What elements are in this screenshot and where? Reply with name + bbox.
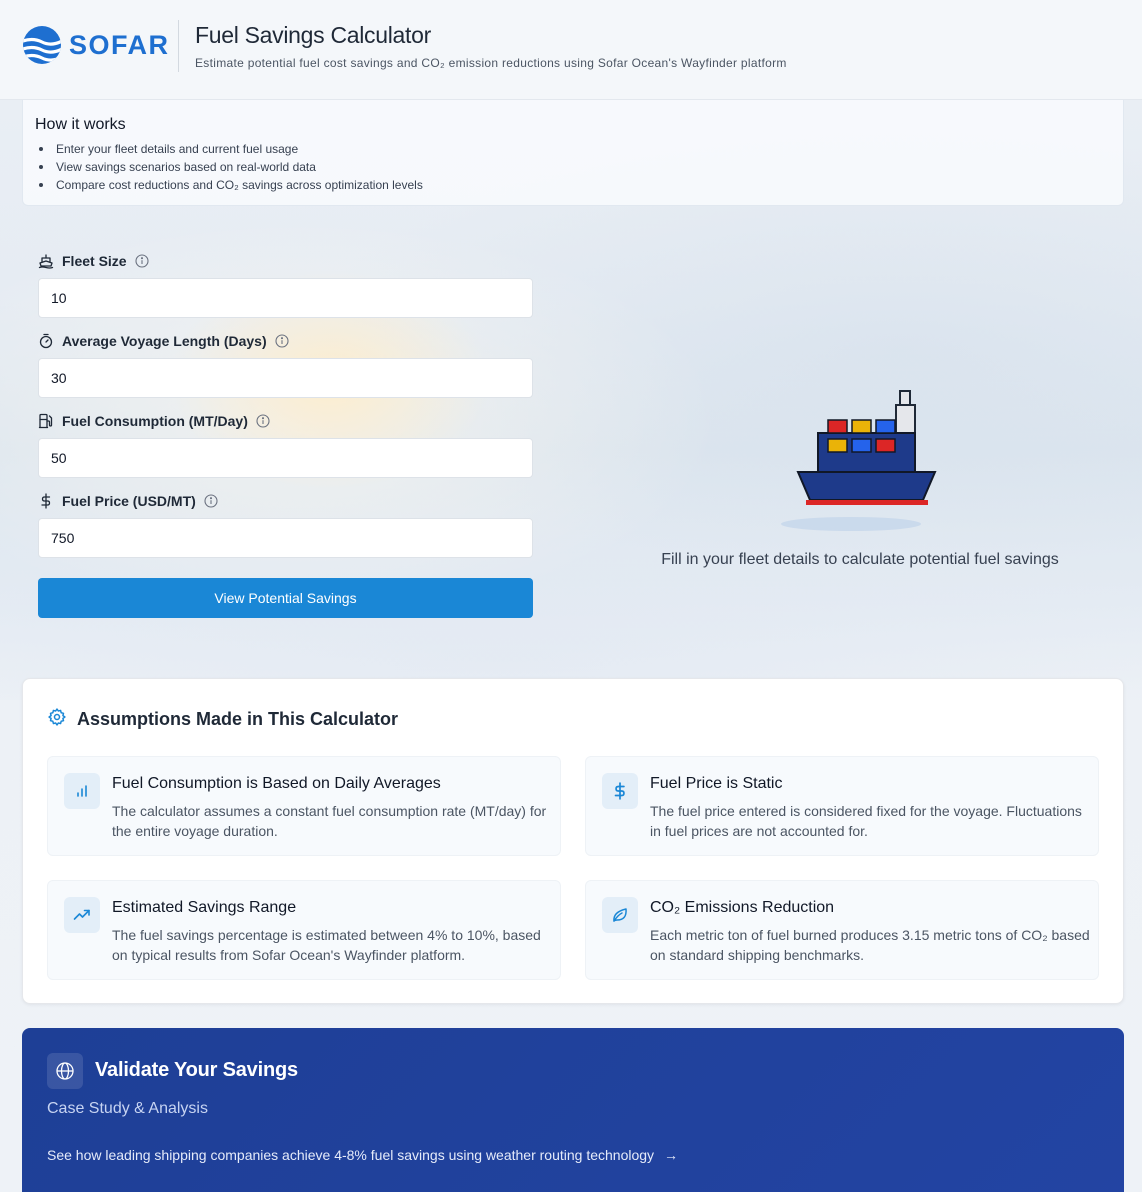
page-subtitle: Estimate potential fuel cost savings and… <box>195 56 787 70</box>
fuel-consumption-label: Fuel Consumption (MT/Day) <box>38 410 533 432</box>
list-item: Enter your fleet details and current fue… <box>35 140 1111 158</box>
fuel-consumption-field: Fuel Consumption (MT/Day) <box>38 410 533 478</box>
info-icon[interactable] <box>135 254 149 268</box>
info-icon[interactable] <box>204 494 218 508</box>
case-study-link[interactable]: See how leading shipping companies achie… <box>47 1147 678 1163</box>
how-it-works-title: How it works <box>35 116 126 133</box>
assumption-card-desc: The calculator assumes a constant fuel c… <box>112 803 547 839</box>
assumption-card: CO₂ Emissions Reduction Each metric ton … <box>585 880 1099 980</box>
field-label-text: Average Voyage Length (Days) <box>62 333 267 349</box>
sofar-logo[interactable]: SOFAR <box>22 25 170 65</box>
voyage-length-label: Average Voyage Length (Days) <box>38 330 533 352</box>
trending-up-icon <box>64 897 100 933</box>
results-placeholder-text: Fill in your fleet details to calculate … <box>661 551 1059 568</box>
case-study-link-text: See how leading shipping companies achie… <box>47 1147 655 1163</box>
assumptions-panel: Assumptions Made in This Calculator Fuel… <box>22 678 1124 1004</box>
info-icon[interactable] <box>275 334 289 348</box>
fuel-price-field: Fuel Price (USD/MT) <box>38 490 533 558</box>
validate-title: Validate Your Savings <box>95 1059 298 1081</box>
fuel-consumption-input[interactable] <box>38 438 533 478</box>
assumption-card-desc: The fuel savings percentage is estimated… <box>112 927 541 963</box>
header-divider <box>178 20 179 72</box>
assumptions-title: Assumptions Made in This Calculator <box>77 709 399 729</box>
validate-savings-panel: Validate Your Savings Case Study & Analy… <box>22 1028 1124 1192</box>
assumption-card-title: Fuel Consumption is Based on Daily Avera… <box>112 775 441 792</box>
dollar-icon <box>602 773 638 809</box>
bar-chart-icon <box>64 773 100 809</box>
list-item: Compare cost reductions and CO₂ savings … <box>35 176 1111 194</box>
how-it-works-panel: How it works Enter your fleet details an… <box>22 100 1124 206</box>
fuel-pump-icon <box>38 413 54 429</box>
page-header: SOFAR Fuel Savings Calculator Estimate p… <box>0 0 1142 100</box>
assumption-card: Fuel Price is Static The fuel price ente… <box>585 756 1099 856</box>
sofar-logo-text: SOFAR <box>69 29 170 60</box>
timer-icon <box>38 333 54 349</box>
fuel-price-label: Fuel Price (USD/MT) <box>38 490 533 512</box>
dollar-icon <box>38 493 54 509</box>
page-title: Fuel Savings Calculator <box>195 22 431 48</box>
assumptions-header: Assumptions Made in This Calculator <box>47 707 398 732</box>
field-label-text: Fuel Price (USD/MT) <box>62 493 196 509</box>
validate-subtitle: Case Study & Analysis <box>47 1100 208 1117</box>
assumption-card: Fuel Consumption is Based on Daily Avera… <box>47 756 561 856</box>
fleet-size-input[interactable] <box>38 278 533 318</box>
assumption-card-desc: Each metric ton of fuel burned produces … <box>650 927 1090 963</box>
sofar-logo-mark-icon <box>23 26 61 64</box>
assumption-card-desc: The fuel price entered is considered fix… <box>650 803 1082 839</box>
view-potential-savings-button[interactable]: View Potential Savings <box>38 578 533 618</box>
field-label-text: Fuel Consumption (MT/Day) <box>62 413 248 429</box>
assumption-card-title: CO₂ Emissions Reduction <box>650 899 835 916</box>
assumption-card-title: Estimated Savings Range <box>112 899 297 916</box>
leaf-icon <box>602 897 638 933</box>
fleet-size-label: Fleet Size <box>38 250 533 272</box>
how-it-works-list: Enter your fleet details and current fue… <box>35 140 1111 194</box>
field-label-text: Fleet Size <box>62 253 127 269</box>
voyage-length-field: Average Voyage Length (Days) <box>38 330 533 398</box>
globe-icon <box>47 1053 83 1089</box>
fuel-price-input[interactable] <box>38 518 533 558</box>
list-item: View savings scenarios based on real-wor… <box>35 158 1111 176</box>
arrow-right-icon: → <box>663 1147 678 1163</box>
fleet-size-field: Fleet Size <box>38 250 533 318</box>
voyage-length-input[interactable] <box>38 358 533 398</box>
info-icon[interactable] <box>256 414 270 428</box>
fleet-details-form: Fleet Size Average Voyage Length (Days) <box>38 250 533 618</box>
ship-illustration <box>775 385 945 535</box>
assumption-card: Estimated Savings Range The fuel savings… <box>47 880 561 980</box>
assumption-card-title: Fuel Price is Static <box>650 775 783 792</box>
ship-icon <box>38 253 54 269</box>
gear-icon <box>47 707 67 732</box>
